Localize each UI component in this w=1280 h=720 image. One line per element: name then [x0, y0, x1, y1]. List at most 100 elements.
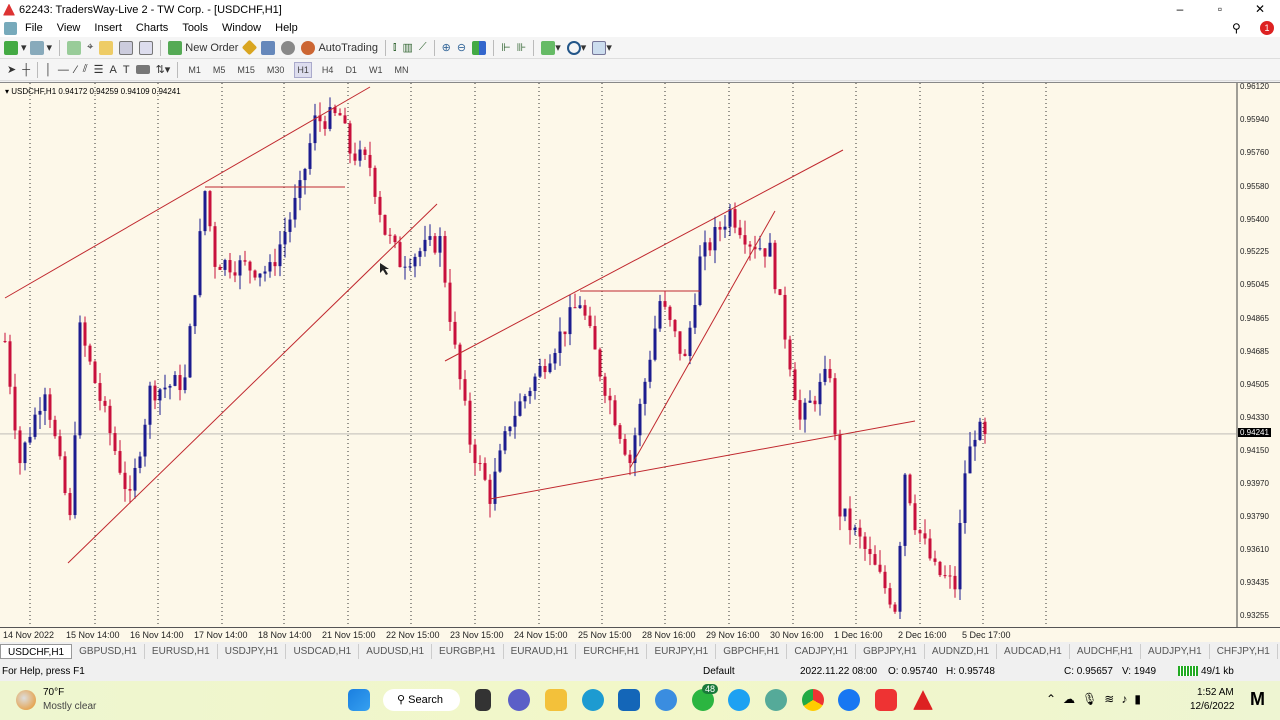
- chart-tab[interactable]: GBPCHF,H1: [716, 644, 788, 659]
- autoscroll-icon[interactable]: ⊩: [501, 39, 511, 57]
- edge-icon[interactable]: [582, 689, 604, 711]
- vertical-line-icon[interactable]: │: [45, 61, 52, 79]
- candle-body: [348, 123, 352, 154]
- text-icon[interactable]: A: [110, 61, 117, 79]
- tile-windows-icon[interactable]: [472, 40, 487, 55]
- market-icon[interactable]: [281, 40, 296, 55]
- templates-icon[interactable]: [592, 40, 607, 55]
- timeframe-h4[interactable]: H4: [320, 63, 336, 77]
- strategy-tester-icon[interactable]: [139, 40, 154, 55]
- close-button[interactable]: ✕: [1240, 0, 1280, 19]
- maximize-button[interactable]: ▫: [1200, 0, 1240, 19]
- timeframe-w1[interactable]: W1: [367, 63, 385, 77]
- candle-body: [498, 450, 502, 472]
- search-box[interactable]: ⚲ Search: [383, 689, 460, 711]
- chart-tab[interactable]: USDJPY,H1: [218, 644, 287, 659]
- chart-tab[interactable]: EURUSD,H1: [145, 644, 218, 659]
- zoom-out-icon[interactable]: ⊖: [457, 39, 466, 57]
- minimize-button[interactable]: –: [1160, 0, 1200, 19]
- terminal-icon[interactable]: [119, 40, 134, 55]
- metatrader-icon[interactable]: [913, 690, 933, 710]
- store-icon[interactable]: [618, 689, 640, 711]
- start-icon[interactable]: [348, 689, 370, 711]
- bar-chart-icon[interactable]: ⫾: [393, 39, 397, 57]
- candle-body: [323, 121, 327, 129]
- system-tray-icons[interactable]: ⌃☁🎙︎≋♪▮: [1046, 692, 1148, 706]
- weather-text[interactable]: Mostly clear: [43, 701, 96, 712]
- timeframe-h1[interactable]: H1: [294, 61, 312, 78]
- alert-badge[interactable]: 1: [1260, 21, 1274, 35]
- new-chart-icon[interactable]: [4, 40, 18, 55]
- chart-tab[interactable]: EURGBP,H1: [432, 644, 504, 659]
- menu-file[interactable]: File: [25, 22, 43, 34]
- rectangle-icon[interactable]: [135, 65, 150, 74]
- weather-icon[interactable]: [16, 690, 36, 710]
- cursor-icon[interactable]: ➤: [7, 61, 16, 79]
- metaeditor-icon[interactable]: [242, 39, 258, 56]
- menu-help[interactable]: Help: [275, 22, 298, 34]
- chart-tab[interactable]: AUDCAD,H1: [997, 644, 1070, 659]
- menu-charts[interactable]: Charts: [136, 22, 168, 34]
- chrome-icon[interactable]: [802, 689, 824, 711]
- candle-body: [593, 326, 597, 350]
- chart-tab[interactable]: AUDNZD,H1: [925, 644, 998, 659]
- zoom-in-icon[interactable]: ⊕: [442, 39, 451, 57]
- chart-tab[interactable]: AUDUSD,H1: [359, 644, 433, 659]
- clock-date[interactable]: 12/6/2022: [1190, 701, 1235, 712]
- chart-tab[interactable]: USDCAD,H1: [286, 644, 360, 659]
- fibonacci-icon[interactable]: ☰: [94, 61, 104, 79]
- market-watch-icon[interactable]: [67, 40, 82, 55]
- chart-tab[interactable]: CADJPY,H1: [787, 644, 857, 659]
- new-order-button[interactable]: New Order: [168, 39, 238, 57]
- timeframe-d1[interactable]: D1: [343, 63, 359, 77]
- chart-tab[interactable]: AUDCHF,H1: [1070, 644, 1141, 659]
- line-chart-icon[interactable]: ⟋: [419, 39, 427, 57]
- chart-tab[interactable]: GBPJPY,H1: [856, 644, 925, 659]
- chart-shift-icon[interactable]: ⊪: [517, 39, 527, 57]
- menu-insert[interactable]: Insert: [94, 22, 122, 34]
- signals-icon[interactable]: [261, 40, 276, 55]
- chart-tab[interactable]: GBPUSD,H1: [72, 644, 145, 659]
- chart-tab[interactable]: CHFJPY,H1: [1210, 644, 1278, 659]
- crosshair-icon[interactable]: ⌖: [87, 39, 93, 57]
- weather-temp[interactable]: 70°F: [43, 687, 64, 698]
- search-icon[interactable]: ⚲: [1232, 21, 1241, 35]
- profiles-icon[interactable]: [29, 40, 44, 55]
- chart-tab[interactable]: USDCHF,H1: [0, 644, 73, 659]
- price-chart[interactable]: ▾ USDCHF,H1 0.94172 0.94259 0.94109 0.94…: [0, 82, 1280, 628]
- menu-window[interactable]: Window: [222, 22, 261, 34]
- timeframe-m1[interactable]: M1: [186, 63, 203, 77]
- file-explorer-icon[interactable]: [545, 689, 567, 711]
- clock-time[interactable]: 1:52 AM: [1197, 687, 1234, 698]
- indicators-icon[interactable]: [541, 40, 556, 55]
- crosshair-tool-icon[interactable]: ┼: [22, 61, 30, 79]
- arrows-icon[interactable]: ⇅▾: [156, 61, 171, 79]
- candlestick-icon[interactable]: ▥: [403, 39, 413, 57]
- chart-tab[interactable]: EURAUD,H1: [504, 644, 577, 659]
- text-label-icon[interactable]: T: [123, 61, 130, 79]
- utorrent-icon[interactable]: [765, 689, 787, 711]
- timeframe-mn[interactable]: MN: [392, 63, 410, 77]
- equidistant-channel-icon[interactable]: ⫽: [83, 61, 88, 79]
- chart-tab[interactable]: AUDJPY,H1: [1141, 644, 1210, 659]
- navigator-icon[interactable]: [99, 40, 114, 55]
- chart-tab[interactable]: EURJPY,H1: [647, 644, 717, 659]
- teams-icon[interactable]: [508, 689, 530, 711]
- timeframe-m30[interactable]: M30: [265, 63, 287, 77]
- periods-icon[interactable]: [566, 40, 581, 55]
- task-view-icon[interactable]: [475, 689, 491, 711]
- video-recorder-icon[interactable]: [875, 689, 897, 711]
- trendline-icon[interactable]: ⁄: [75, 61, 77, 79]
- autotrading-button[interactable]: AutoTrading: [301, 39, 378, 57]
- timeframe-m15[interactable]: M15: [235, 63, 257, 77]
- chart-tab[interactable]: EURCHF,H1: [576, 644, 648, 659]
- chat-icon[interactable]: [655, 689, 677, 711]
- timeframe-m5[interactable]: M5: [211, 63, 228, 77]
- notifications-icon[interactable]: M: [1250, 689, 1265, 710]
- horizontal-line-icon[interactable]: —: [58, 61, 69, 79]
- facebook-icon[interactable]: [838, 689, 860, 711]
- menu-view[interactable]: View: [57, 22, 81, 34]
- menu-tools[interactable]: Tools: [182, 22, 208, 34]
- twitter-icon[interactable]: [728, 689, 750, 711]
- chart-canvas[interactable]: [0, 83, 1280, 628]
